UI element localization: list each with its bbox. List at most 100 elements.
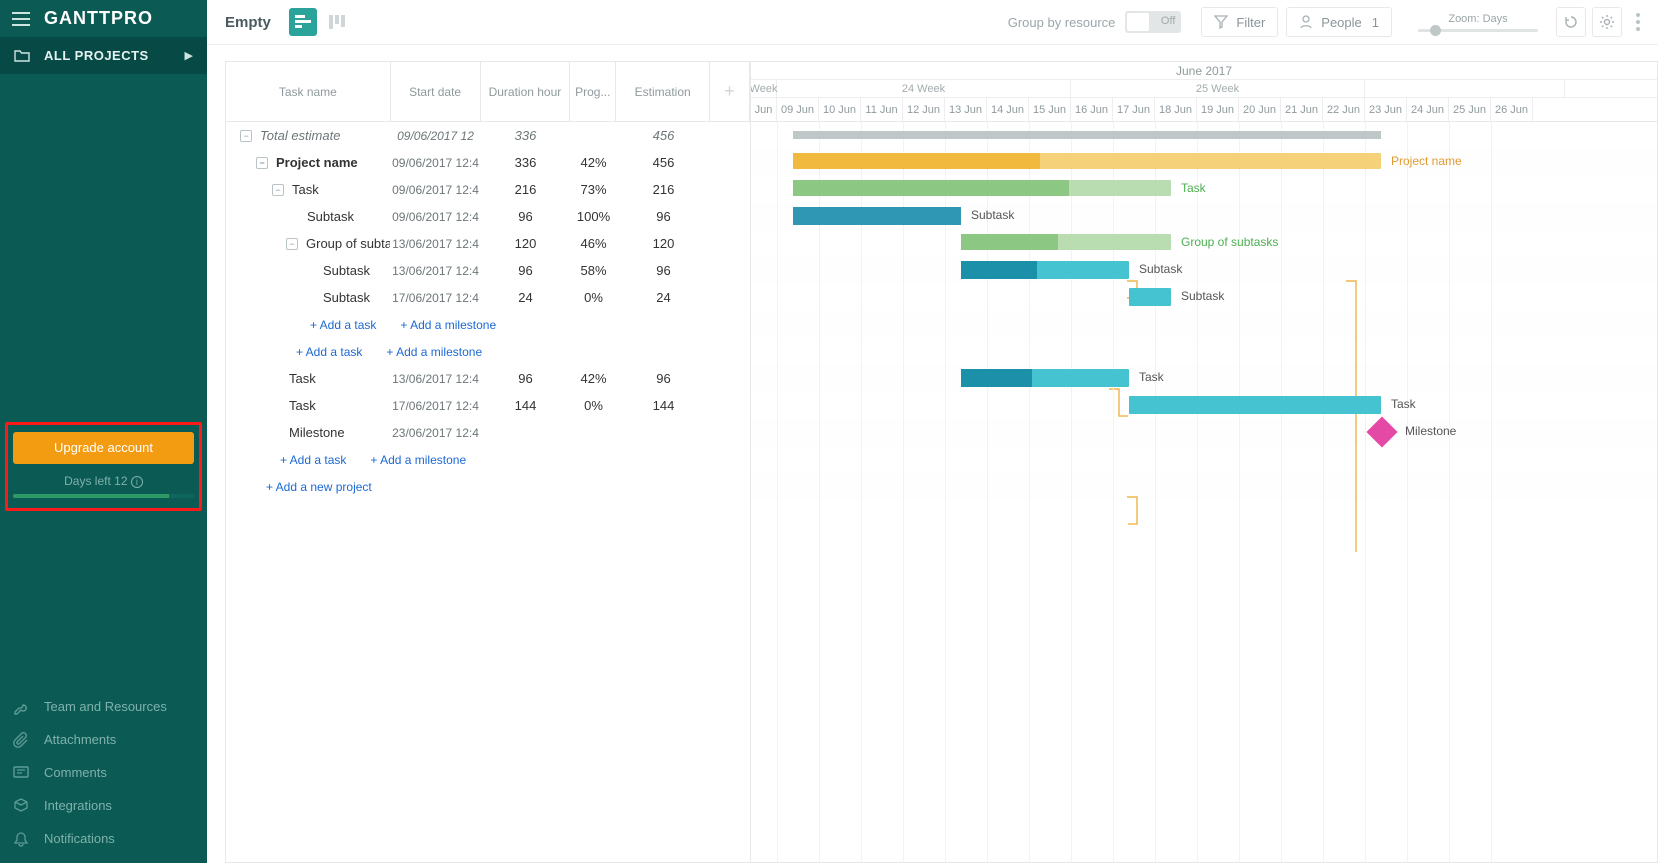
add-task-link[interactable]: + Add a new project bbox=[266, 480, 372, 494]
sidebar-item-comments[interactable]: Comments bbox=[0, 756, 207, 789]
cell-duration[interactable]: 336 bbox=[481, 155, 571, 170]
cell-duration[interactable]: 120 bbox=[481, 236, 571, 251]
all-projects-nav[interactable]: ALL PROJECTS ▶ bbox=[0, 37, 207, 74]
gantt-bar[interactable] bbox=[1129, 288, 1171, 306]
cell-duration[interactable]: 96 bbox=[481, 209, 571, 224]
cell-start[interactable]: 09/06/2017 12:4 bbox=[391, 183, 481, 197]
th-duration[interactable]: Duration hour bbox=[481, 62, 571, 122]
cell-start[interactable]: 13/06/2017 12:4 bbox=[391, 372, 481, 386]
th-estimation[interactable]: Estimation bbox=[616, 62, 710, 122]
add-milestone-link[interactable]: + Add a milestone bbox=[400, 318, 496, 332]
cell-duration[interactable]: 336 bbox=[481, 128, 571, 143]
gantt-bar[interactable] bbox=[961, 261, 1129, 279]
task-row[interactable]: Task17/06/2017 12:41440%144 bbox=[226, 392, 750, 419]
cell-estimation[interactable]: 96 bbox=[617, 263, 711, 278]
logo: GANTTPRO bbox=[44, 8, 153, 29]
cell-progress[interactable]: 100% bbox=[571, 209, 617, 224]
cell-estimation[interactable]: 120 bbox=[617, 236, 711, 251]
task-row[interactable]: Subtask09/06/2017 12:496100%96 bbox=[226, 203, 750, 230]
add-milestone-link[interactable]: + Add a milestone bbox=[386, 345, 482, 359]
cell-duration[interactable]: 144 bbox=[481, 398, 571, 413]
cell-progress[interactable]: 73% bbox=[571, 182, 617, 197]
zoom-slider[interactable] bbox=[1418, 29, 1538, 32]
cell-progress[interactable]: 58% bbox=[571, 263, 617, 278]
gantt-bar[interactable] bbox=[793, 180, 1171, 196]
cell-estimation[interactable]: 456 bbox=[617, 155, 711, 170]
task-row[interactable]: −Group of subtasks13/06/2017 12:412046%1… bbox=[226, 230, 750, 257]
cell-estimation[interactable]: 216 bbox=[617, 182, 711, 197]
cell-start[interactable]: 13/06/2017 12:4 bbox=[391, 237, 481, 251]
group-by-toggle[interactable]: Off bbox=[1125, 11, 1181, 33]
gantt-bar[interactable] bbox=[961, 234, 1171, 250]
cell-progress[interactable]: 46% bbox=[571, 236, 617, 251]
gantt-bar[interactable] bbox=[793, 207, 961, 225]
sidebar-item-notifications[interactable]: Notifications bbox=[0, 822, 207, 855]
task-row[interactable]: Task13/06/2017 12:49642%96 bbox=[226, 365, 750, 392]
sidebar-item-integrations[interactable]: Integrations bbox=[0, 789, 207, 822]
th-start[interactable]: Start date bbox=[391, 62, 481, 122]
info-icon[interactable]: i bbox=[131, 476, 143, 488]
gantt-view-button[interactable] bbox=[289, 8, 317, 36]
cell-estimation[interactable]: 96 bbox=[617, 209, 711, 224]
add-task-link[interactable]: + Add a task bbox=[310, 318, 376, 332]
day-header: 16 Jun bbox=[1071, 98, 1113, 121]
cell-estimation[interactable]: 144 bbox=[617, 398, 711, 413]
menu-icon[interactable] bbox=[12, 12, 30, 26]
cell-duration[interactable]: 216 bbox=[481, 182, 571, 197]
task-name: Task bbox=[289, 398, 316, 413]
zoom-control[interactable]: Zoom: Days bbox=[1418, 13, 1538, 32]
task-row[interactable]: Milestone23/06/2017 12:4 bbox=[226, 419, 750, 446]
collapse-toggle[interactable]: − bbox=[256, 157, 268, 169]
gantt-bar[interactable] bbox=[961, 369, 1129, 387]
gantt-bar[interactable] bbox=[1129, 396, 1381, 414]
add-column-button[interactable]: + bbox=[710, 62, 750, 122]
day-header: 21 Jun bbox=[1281, 98, 1323, 121]
add-task-link[interactable]: + Add a task bbox=[280, 453, 346, 467]
collapse-toggle[interactable]: − bbox=[240, 130, 252, 142]
task-row[interactable]: −Total estimate09/06/2017 12336456 bbox=[226, 122, 750, 149]
filter-button[interactable]: Filter bbox=[1201, 7, 1278, 37]
task-row[interactable]: −Task09/06/2017 12:421673%216 bbox=[226, 176, 750, 203]
collapse-toggle[interactable]: − bbox=[272, 184, 284, 196]
gantt-bar[interactable] bbox=[793, 153, 1381, 169]
task-table: Task name Start date Duration hour Prog.… bbox=[226, 62, 751, 862]
sidebar-item-attachments[interactable]: Attachments bbox=[0, 723, 207, 756]
cell-duration[interactable]: 24 bbox=[481, 290, 571, 305]
history-button[interactable] bbox=[1556, 7, 1586, 37]
cell-progress[interactable]: 0% bbox=[571, 290, 617, 305]
people-button[interactable]: People 1 bbox=[1286, 7, 1392, 37]
cell-estimation[interactable]: 96 bbox=[617, 371, 711, 386]
comments-icon bbox=[12, 764, 30, 782]
task-row[interactable]: −Project name09/06/2017 12:433642%456 bbox=[226, 149, 750, 176]
cell-progress[interactable]: 0% bbox=[571, 398, 617, 413]
collapse-toggle[interactable]: − bbox=[286, 238, 298, 250]
cell-start[interactable]: 09/06/2017 12:4 bbox=[391, 210, 481, 224]
upgrade-button[interactable]: Upgrade account bbox=[13, 432, 194, 464]
task-row[interactable]: Subtask13/06/2017 12:49658%96 bbox=[226, 257, 750, 284]
sidebar-item-team-resources[interactable]: Team and Resources bbox=[0, 690, 207, 723]
cell-estimation[interactable]: 24 bbox=[617, 290, 711, 305]
settings-button[interactable] bbox=[1592, 7, 1622, 37]
project-title: Empty bbox=[225, 14, 271, 31]
th-taskname[interactable]: Task name bbox=[226, 62, 391, 122]
more-menu-button[interactable] bbox=[1628, 13, 1648, 31]
cell-start[interactable]: 09/06/2017 12:4 bbox=[391, 156, 481, 170]
cell-start[interactable]: 09/06/2017 12 bbox=[391, 129, 481, 143]
cell-start[interactable]: 17/06/2017 12:4 bbox=[391, 291, 481, 305]
add-task-link[interactable]: + Add a task bbox=[296, 345, 362, 359]
board-view-button[interactable] bbox=[323, 8, 351, 36]
cell-progress[interactable]: 42% bbox=[571, 155, 617, 170]
cell-estimation[interactable]: 456 bbox=[617, 128, 711, 143]
cell-progress[interactable]: 42% bbox=[571, 371, 617, 386]
cell-duration[interactable]: 96 bbox=[481, 263, 571, 278]
task-row[interactable]: Subtask17/06/2017 12:4240%24 bbox=[226, 284, 750, 311]
add-milestone-link[interactable]: + Add a milestone bbox=[370, 453, 466, 467]
th-progress[interactable]: Prog... bbox=[570, 62, 616, 122]
day-header: 20 Jun bbox=[1239, 98, 1281, 121]
cell-start[interactable]: 23/06/2017 12:4 bbox=[391, 426, 481, 440]
cell-duration[interactable]: 96 bbox=[481, 371, 571, 386]
day-header: 22 Jun bbox=[1323, 98, 1365, 121]
team-resources-icon bbox=[12, 698, 30, 716]
cell-start[interactable]: 13/06/2017 12:4 bbox=[391, 264, 481, 278]
cell-start[interactable]: 17/06/2017 12:4 bbox=[391, 399, 481, 413]
